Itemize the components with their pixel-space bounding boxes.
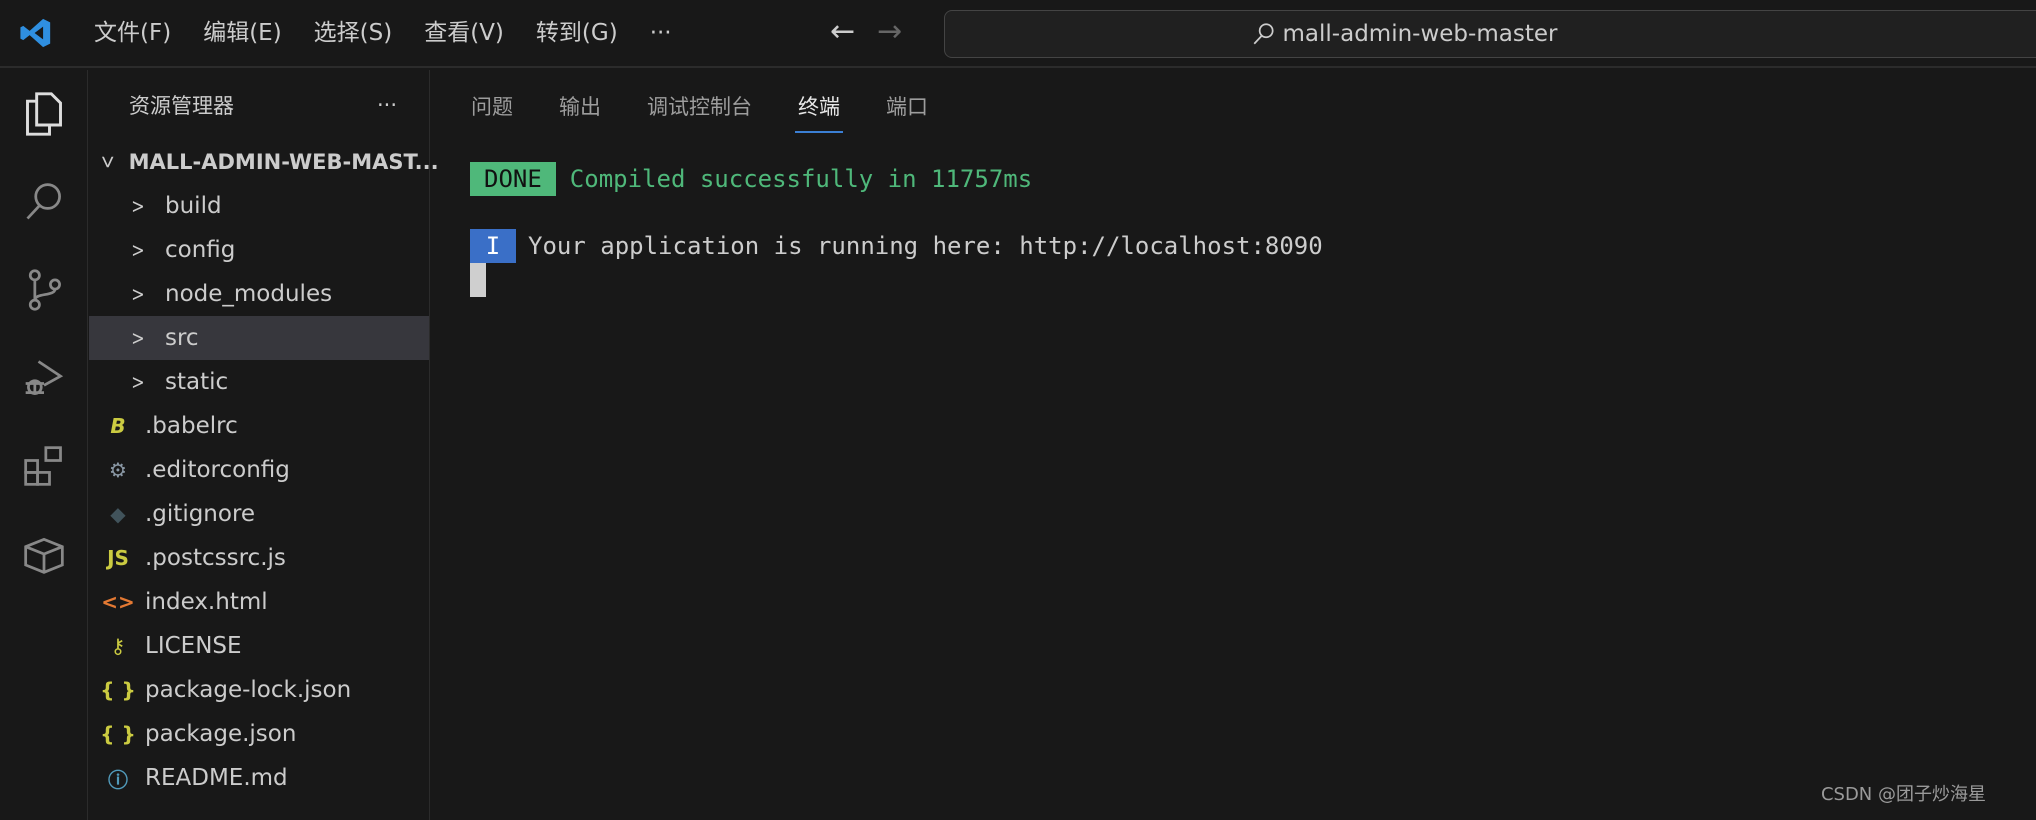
title-bar: 文件(F) 编辑(E) 选择(S) 查看(V) 转到(G) ··· ← → mal… [0,0,2036,68]
tree-item-static[interactable]: > static [89,360,429,404]
vscode-logo-icon [6,3,66,63]
tree-item-babelrc[interactable]: B .babelrc [89,404,429,448]
root-folder-label: MALL-ADMIN-WEB-MAST... [128,150,439,174]
tree-item-label: static [165,369,229,395]
tree-item-label: .babelrc [145,413,238,439]
chevron-right-icon: > [131,370,145,394]
tree-item-label: .postcssrc.js [145,545,286,571]
json-file-icon: { } [100,722,136,746]
tree-item-config[interactable]: > config [89,228,429,272]
tab-debug-console[interactable]: 调试控制台 [647,87,752,127]
terminal-line: I Your application is running here: http… [470,229,1323,263]
js-file-icon: JS [107,546,129,570]
tab-problems[interactable]: 问题 [471,87,513,127]
done-badge: DONE [470,162,556,196]
tree-item-build[interactable]: > build [89,184,429,228]
tree-item-label: .gitignore [145,501,256,527]
tree-item-package-json[interactable]: { } package.json [89,712,429,756]
gear-file-icon: ⚙ [109,458,127,482]
babel-file-icon: B [110,414,126,438]
running-message: Your application is running here: http:/… [528,232,1323,260]
chevron-right-icon: > [131,238,145,262]
tree-item-src[interactable]: > src [89,316,429,360]
tree-item-package-lock-json[interactable]: { } package-lock.json [89,668,429,712]
forward-arrow-icon[interactable]: → [877,14,902,49]
menu-go[interactable]: 转到(G) [520,0,634,67]
tree-item-label: node_modules [165,281,333,307]
tree-item-label: build [165,193,222,219]
search-text: mall-admin-web-master [1282,21,1558,47]
run-debug-icon[interactable] [0,334,88,422]
tree-item-readme-md[interactable]: ⓘ README.md [89,756,429,800]
compile-message: Compiled successfully in 11757ms [569,165,1033,193]
key-file-icon: ⚷ [110,634,126,658]
chevron-down-icon: > [95,154,120,170]
menu-selection[interactable]: 选择(S) [298,0,409,67]
terminal-cursor [470,263,486,297]
chevron-right-icon: > [131,282,145,306]
command-center-search[interactable]: mall-admin-web-master [944,10,2036,58]
tree-item-label: .editorconfig [145,457,290,483]
terminal-line: DONE Compiled successfully in 11757ms [470,162,1323,196]
json-file-icon: { } [100,678,136,702]
menu-bar: 文件(F) 编辑(E) 选择(S) 查看(V) 转到(G) ··· [78,0,688,67]
explorer-sidebar: 资源管理器 ··· > MALL-ADMIN-WEB-MAST... > buil… [89,70,439,820]
menu-view[interactable]: 查看(V) [408,0,520,67]
back-arrow-icon[interactable]: ← [830,14,855,49]
tree-item-label: index.html [145,589,268,615]
extensions-icon[interactable] [0,422,88,510]
search-icon [1253,23,1274,45]
search-icon[interactable] [0,158,88,246]
workspace-root-folder[interactable]: > MALL-ADMIN-WEB-MAST... [89,140,439,184]
info-file-icon: ⓘ [108,767,128,792]
tree-item-index-html[interactable]: <> index.html [89,580,429,624]
menu-file[interactable]: 文件(F) [78,0,187,67]
menu-more[interactable]: ··· [634,0,688,67]
menu-edit[interactable]: 编辑(E) [187,0,297,67]
source-control-icon[interactable] [0,246,88,334]
chevron-right-icon: > [131,194,145,218]
html-file-icon: <> [101,590,135,614]
tab-output[interactable]: 输出 [559,87,601,127]
tab-terminal[interactable]: 终端 [795,87,843,133]
tree-item-node-modules[interactable]: > node_modules [89,272,429,316]
tree-item-label: README.md [145,765,288,791]
terminal-output[interactable]: DONE Compiled successfully in 11757ms I … [470,162,1323,297]
tree-item-license[interactable]: ⚷ LICENSE [89,624,429,668]
more-actions-button[interactable]: ··· [377,93,397,117]
tab-ports[interactable]: 端口 [886,87,928,127]
chevron-right-icon: > [131,326,145,350]
watermark: CSDN @团子炒海星 [1820,784,1986,805]
tree-item-label: package-lock.json [145,677,352,703]
tree-item-gitignore[interactable]: ◆ .gitignore [89,492,429,536]
tree-item-postcssrc-js[interactable]: JS .postcssrc.js [89,536,429,580]
panel-tabs: 问题 输出 调试控制台 终端 端口 [431,70,2036,144]
activity-bar [0,70,88,820]
tree-item-editorconfig[interactable]: ⚙ .editorconfig [89,448,429,492]
tree-item-label: package.json [145,721,297,747]
package-box-icon[interactable] [0,510,88,598]
tree-item-label: src [165,325,199,351]
explorer-title: 资源管理器 [129,94,234,118]
info-badge: I [470,229,516,263]
git-file-icon: ◆ [110,502,126,526]
explorer-icon[interactable] [0,70,88,158]
tree-item-label: LICENSE [145,633,242,659]
tree-item-label: config [165,237,236,263]
panel: 问题 输出 调试控制台 终端 端口 DONE Compiled successf… [431,70,2036,820]
